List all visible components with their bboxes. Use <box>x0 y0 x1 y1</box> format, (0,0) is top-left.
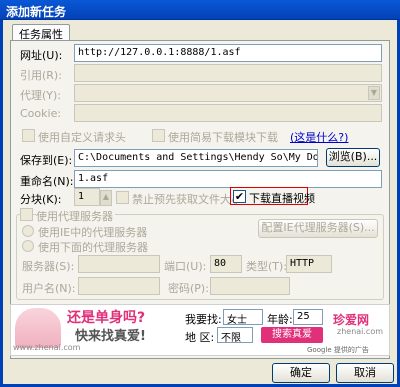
rename-input[interactable]: 1.asf <box>74 170 382 188</box>
blocks-spinner[interactable]: 1 <box>74 188 100 206</box>
rename-label: 重命名(N): <box>20 175 74 188</box>
ad-area-label: 地 区: <box>185 331 215 344</box>
no-prefetch-label: 禁止预先获取文件大小 <box>132 193 242 206</box>
no-prefetch-checkbox[interactable] <box>116 191 129 204</box>
referer-label: 引用(R): <box>20 69 62 82</box>
save-to-input[interactable]: C:\Documents and Settings\Hendy So\My Do… <box>74 149 318 167</box>
ad-banner[interactable]: 还是单身吗? 快来找真爱! www.zhenai.com 我要找: 女士 年龄:… <box>10 304 390 356</box>
ad-search-button[interactable]: 搜索真爱 <box>261 327 323 343</box>
referer-input[interactable] <box>74 64 382 82</box>
custom-header-checkbox[interactable] <box>22 129 35 142</box>
ad-area-select[interactable]: 不限 <box>217 327 253 344</box>
use-proxy-checkbox[interactable] <box>20 208 33 221</box>
ie-proxy-label: 使用IE中的代理服务器 <box>38 226 148 239</box>
cookie-input[interactable] <box>74 104 382 122</box>
ad-site: www.zhenai.com <box>13 343 81 352</box>
browse-button[interactable]: 浏览(B)... <box>326 148 380 167</box>
ad-photo <box>15 308 61 348</box>
password-input[interactable] <box>210 277 290 295</box>
url-input[interactable]: http://127.0.0.1:8888/1.asf <box>74 44 382 62</box>
server-label: 服务器(S): <box>22 260 75 273</box>
ad-find-select[interactable]: 女士 <box>223 309 263 326</box>
use-proxy-label: 使用代理服务器 <box>36 208 115 224</box>
ie-proxy-radio[interactable] <box>22 225 34 237</box>
url-label: 网址(U): <box>20 49 63 62</box>
type-label: 类型(T): <box>246 260 288 273</box>
ad-find-label: 我要找: <box>185 313 222 326</box>
ad-google-note: Google 提供的广告 <box>307 346 369 354</box>
chevron-down-icon[interactable]: ▼ <box>368 86 380 100</box>
server-input[interactable] <box>78 255 160 273</box>
blocks-label: 分块(K): <box>20 193 62 206</box>
tab-task-properties[interactable]: 任务属性 <box>12 24 70 41</box>
ad-age-select[interactable]: 25 <box>293 309 323 325</box>
live-stream-label: 下载直播视频 <box>249 192 315 205</box>
cookie-label: Cookie: <box>20 107 62 120</box>
password-label: 密码(P): <box>168 282 209 295</box>
below-proxy-radio[interactable] <box>22 240 34 252</box>
ad-age-label: 年龄: <box>267 313 293 326</box>
save-to-label: 保存到(E): <box>20 154 73 167</box>
cancel-button[interactable]: 取消 <box>336 363 394 383</box>
port-label: 端口(U): <box>164 260 207 273</box>
username-input[interactable] <box>78 277 160 295</box>
live-stream-checkbox[interactable]: ✔ <box>233 190 246 203</box>
proxy-select[interactable] <box>74 84 382 102</box>
username-label: 用户名(N): <box>22 282 76 295</box>
proxy-label: 代理(Y): <box>20 89 62 102</box>
whats-this-link[interactable]: (这是什么?) <box>290 129 348 145</box>
config-ie-proxy-button[interactable]: 配置IE代理服务器(S)... <box>258 219 378 238</box>
spinner-arrows-icon[interactable]: ▲ <box>100 190 112 206</box>
port-input[interactable]: 80 <box>210 255 242 273</box>
ok-button[interactable]: 确定 <box>272 363 330 383</box>
window-title: 添加新任务 <box>0 0 400 20</box>
custom-header-label: 使用自定义请求头 <box>38 131 126 144</box>
ad-headline: 还是单身吗? <box>67 310 146 326</box>
ad-brand: 珍爱网 <box>333 313 370 327</box>
simple-download-label: 使用简易下载模块下载 <box>168 131 278 144</box>
type-select[interactable]: HTTP <box>286 255 332 273</box>
ad-brand-sub: zhenai.com <box>337 327 384 336</box>
ad-subheadline: 快来找真爱! <box>75 329 146 344</box>
simple-download-checkbox[interactable] <box>152 129 165 142</box>
below-proxy-label: 使用下面的代理服务器 <box>38 241 148 254</box>
